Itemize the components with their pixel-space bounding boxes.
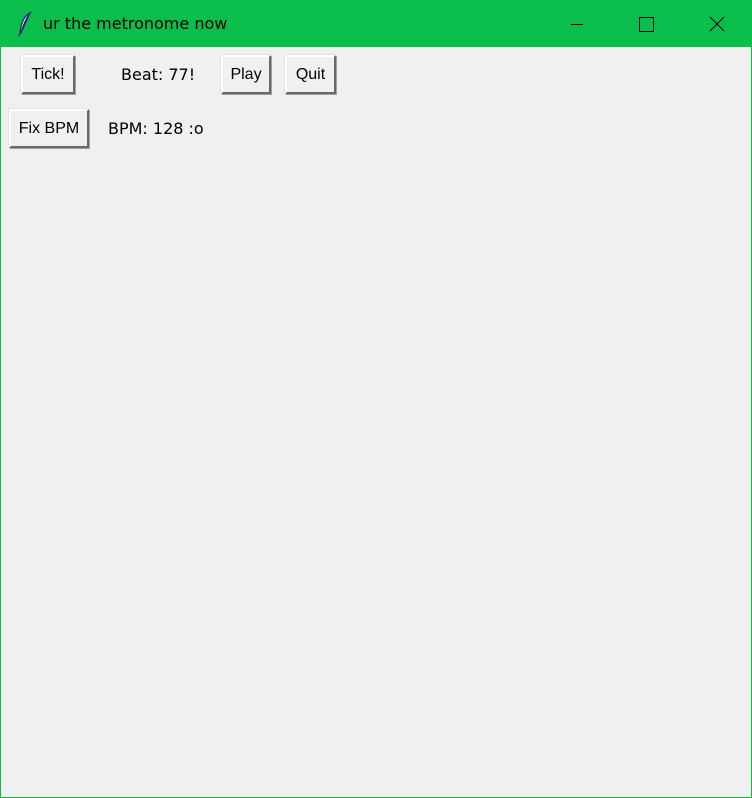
tick-button[interactable]: Tick! [21,55,75,94]
bpm-label: BPM: 128 :o [108,119,204,138]
title-bar[interactable]: ur the metronome now [1,1,751,47]
quit-button[interactable]: Quit [285,55,336,94]
fix-bpm-button[interactable]: Fix BPM [9,109,89,148]
maximize-button[interactable] [611,1,681,47]
beat-label: Beat: 77! [121,65,196,84]
app-window: ur the metronome now Tick! Beat: 77! Pla… [0,0,752,798]
play-button[interactable]: Play [221,55,271,94]
window-title: ur the metronome now [43,14,228,33]
close-button[interactable] [681,1,751,47]
feather-icon [15,11,35,37]
minimize-button[interactable] [541,1,611,47]
